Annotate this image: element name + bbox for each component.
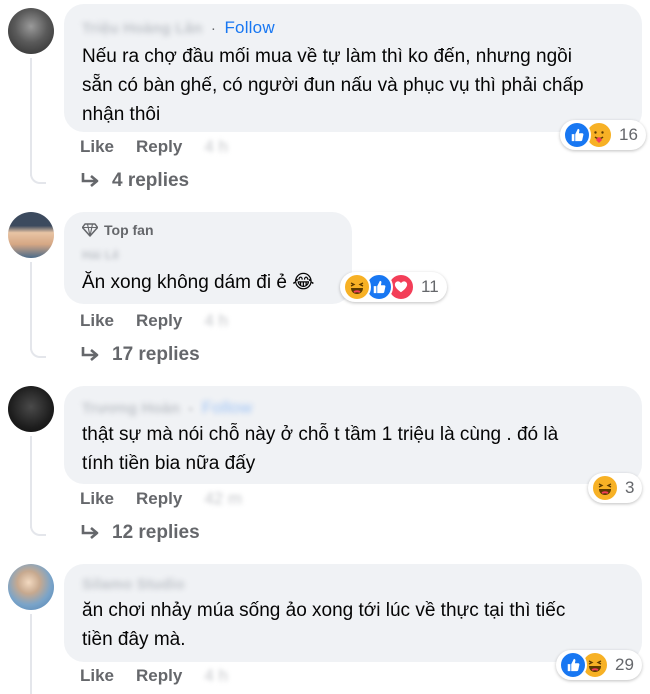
comment-timestamp[interactable]: 4 h — [204, 666, 228, 686]
separator-dot: · — [188, 400, 194, 417]
comment-author[interactable]: Trương Hoàn — [82, 400, 180, 417]
thread-line — [30, 614, 32, 694]
comment-text-line: Nếu ra chợ đầu mối mua về tự làm thì ko … — [82, 46, 572, 67]
badge-label: Top fan — [104, 222, 154, 238]
comment-author-line: Silamo Studio — [82, 576, 185, 593]
comment-author-line: Triệu Hoàng Lân · Follow — [82, 18, 275, 38]
comment-actions: Like Reply 42 m — [80, 489, 242, 509]
thread-elbow — [30, 520, 46, 536]
comment-actions: Like Reply 4 h — [80, 666, 228, 686]
reply-arrow-icon — [81, 173, 99, 187]
avatar[interactable] — [8, 212, 54, 258]
comment-text-line: Ăn xong không dám đi ẻ 😂 — [82, 272, 315, 293]
comment-text: Ăn xong không dám đi ẻ 😂 — [82, 268, 314, 297]
reaction-summary[interactable]: 3 — [588, 473, 643, 503]
reply-button[interactable]: Reply — [136, 137, 182, 157]
reply-button[interactable]: Reply — [136, 311, 182, 331]
diamond-icon — [82, 223, 98, 237]
reply-button[interactable]: Reply — [136, 489, 182, 509]
replies-label: 17 replies — [112, 344, 200, 365]
comment-text-line: thật sự mà nói chỗ này ở chỗ t tầm 1 tri… — [82, 424, 559, 445]
reply-arrow-icon — [81, 525, 99, 539]
comment-timestamp[interactable]: 4 h — [204, 311, 228, 331]
comment-text-line: sẵn có bàn ghế, có người đun nấu và phục… — [82, 75, 584, 96]
separator-dot: · — [210, 20, 217, 37]
comment-text-line: tiền đây mà. — [82, 629, 186, 650]
comment-timestamp[interactable]: 4 h — [204, 137, 228, 157]
avatar[interactable] — [8, 8, 54, 54]
comment-author-line: Hải Lê — [82, 248, 119, 262]
reaction-count: 3 — [625, 478, 635, 497]
reaction-count: 29 — [615, 655, 634, 674]
comment-timestamp[interactable]: 42 m — [204, 489, 242, 509]
comment-author[interactable]: Triệu Hoàng Lân — [82, 20, 203, 37]
comment-text-line: nhận thôi — [82, 104, 161, 125]
follow-link[interactable]: Follow — [202, 398, 252, 417]
reaction-summary[interactable]: 16 — [560, 120, 646, 150]
thread-elbow — [30, 168, 46, 184]
comment-text: Nếu ra chợ đầu mối mua về tự làm thì ko … — [82, 42, 584, 129]
comment-bubble: Top fan Hải Lê Ăn xong không dám đi ẻ 😂 — [64, 212, 352, 304]
comment-text: thật sự mà nói chỗ này ở chỗ t tầm 1 tri… — [82, 420, 558, 478]
comment-text-line: tính tiền bia nữa đấy — [82, 453, 256, 474]
reaction-count: 16 — [619, 125, 638, 144]
replies-label: 12 replies — [112, 522, 200, 543]
thread-elbow — [30, 342, 46, 358]
comment-bubble: Silamo Studio ăn chơi nhảy múa sống ảo x… — [64, 564, 642, 662]
view-replies-button[interactable]: 4 replies — [80, 170, 189, 192]
view-replies-button[interactable]: 12 replies — [80, 522, 200, 544]
like-button[interactable]: Like — [80, 311, 114, 331]
like-button[interactable]: Like — [80, 489, 114, 509]
comment-bubble: Triệu Hoàng Lân · Follow Nếu ra chợ đầu … — [64, 4, 642, 132]
thread-line — [30, 58, 32, 176]
comment-actions: Like Reply 4 h — [80, 311, 228, 331]
replies-label: 4 replies — [112, 170, 190, 191]
avatar[interactable] — [8, 386, 54, 432]
comment-text: ăn chơi nhảy múa sống ảo xong tới lúc về… — [82, 596, 565, 654]
reply-arrow-icon — [81, 347, 99, 361]
haha-reaction-icon — [591, 474, 619, 502]
like-reaction-icon — [563, 121, 591, 149]
reply-button[interactable]: Reply — [136, 666, 182, 686]
comment-author-line: Trương Hoàn · Follow — [82, 398, 252, 418]
follow-link[interactable]: Follow — [224, 18, 274, 37]
like-button[interactable]: Like — [80, 137, 114, 157]
thread-line — [30, 436, 32, 528]
comment-bubble: Trương Hoàn · Follow thật sự mà nói chỗ … — [64, 386, 642, 484]
view-replies-button[interactable]: 17 replies — [80, 344, 200, 366]
reaction-summary[interactable]: 11 — [340, 272, 447, 302]
top-fan-badge: Top fan — [82, 222, 154, 238]
haha-reaction-icon — [343, 273, 371, 301]
comment-author[interactable]: Silamo Studio — [82, 576, 185, 593]
avatar[interactable] — [8, 564, 54, 610]
thread-line — [30, 262, 32, 350]
reaction-count: 11 — [421, 277, 439, 296]
comment-text-line: ăn chơi nhảy múa sống ảo xong tới lúc về… — [82, 600, 566, 621]
like-button[interactable]: Like — [80, 666, 114, 686]
comment-actions: Like Reply 4 h — [80, 137, 228, 157]
like-reaction-icon — [559, 651, 587, 679]
comment-author[interactable]: Hải Lê — [82, 248, 119, 262]
reaction-summary[interactable]: 29 — [556, 650, 642, 680]
